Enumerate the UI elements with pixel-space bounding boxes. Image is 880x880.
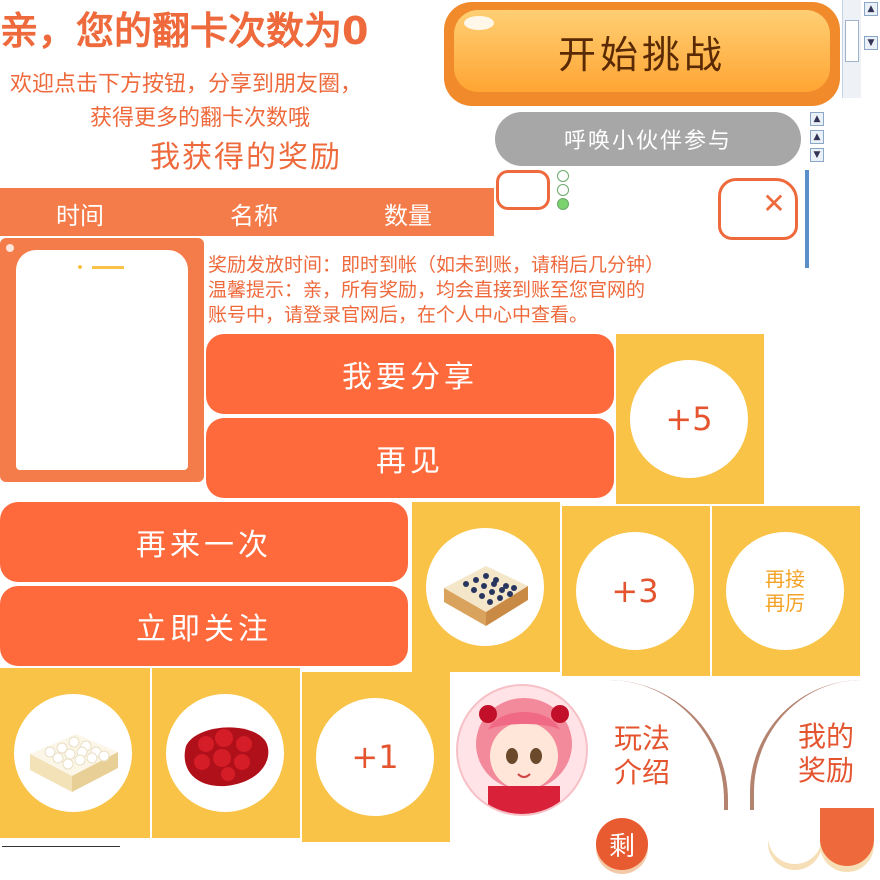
share-hint-line1: 欢迎点击下方按钮，分享到朋友圈， (10, 72, 363, 97)
scroll-thumb[interactable] (845, 20, 859, 62)
column-time: 时间 (56, 202, 104, 230)
invite-friends-button[interactable]: 呼唤小伙伴参与 (495, 112, 801, 166)
phone-frame (0, 238, 204, 482)
share-hint-line2: 获得更多的翻卡次数哦 (90, 106, 311, 131)
close-button[interactable]: ✕ (718, 178, 798, 240)
scroll-down-icon[interactable]: ▼ (810, 148, 824, 162)
reward-card-blueberry-cake[interactable] (412, 502, 560, 672)
gameplay-intro-button[interactable]: 玩法介绍 (600, 680, 728, 810)
corner-mark (2, 846, 120, 848)
gloss-highlight (464, 16, 494, 30)
character-avatar (456, 684, 588, 816)
reward-card-plus5[interactable]: +5 (616, 334, 764, 504)
scroll-down-icon[interactable]: ▼ (864, 36, 878, 50)
bowl-shape-right (820, 808, 874, 866)
roses-image (166, 694, 284, 812)
reward-circle: +5 (630, 360, 748, 478)
gameplay-intro-label: 玩法介绍 (614, 722, 671, 789)
radio-dot-icon[interactable] (557, 184, 569, 196)
start-challenge-button[interactable]: 开始挑战 (444, 2, 840, 106)
remaining-badge: 剩 (596, 818, 648, 870)
column-quantity: 数量 (384, 202, 432, 230)
reward-circle: +1 (316, 698, 434, 816)
start-challenge-label: 开始挑战 (454, 10, 830, 92)
reward-circle: +3 (576, 532, 694, 650)
phone-dot (6, 244, 14, 252)
reward-circle: 再接再厉 (726, 532, 844, 650)
bowl-shape-left (768, 808, 822, 864)
column-name: 名称 (230, 202, 278, 230)
blueberry-cake-image (426, 528, 544, 646)
bye-button[interactable]: 再见 (206, 418, 614, 498)
small-outline-box[interactable] (496, 170, 550, 210)
phone-speaker (92, 266, 124, 269)
reward-card-roses[interactable] (152, 668, 300, 838)
notice-line2: 温馨提示：亲，所有奖励，均会直接到账至您官网的 (208, 279, 646, 301)
share-button[interactable]: 我要分享 (206, 334, 614, 414)
scroll-up-icon[interactable]: ▲ (810, 112, 824, 126)
close-icon: ✕ (762, 187, 786, 220)
phone-screen (16, 250, 188, 470)
cream-cake-image (14, 694, 132, 812)
vertical-scrollbar[interactable] (805, 170, 809, 268)
rewards-table-header: 时间 名称 数量 (0, 188, 494, 236)
play-again-button[interactable]: 再来一次 (0, 502, 408, 582)
follow-button[interactable]: 立即关注 (0, 586, 408, 666)
phone-camera (78, 265, 82, 269)
retry-label: 再接再厉 (765, 567, 805, 615)
radio-dot-icon[interactable] (557, 198, 569, 210)
reward-card-retry[interactable]: 再接再厉 (712, 506, 860, 676)
my-rewards-heading: 我获得的奖励 (150, 140, 342, 175)
reward-card-plus3[interactable]: +3 (562, 506, 710, 676)
scroll-up-icon[interactable]: ▲ (810, 130, 824, 144)
notice-line3: 账号中，请登录官网后，在个人中心中查看。 (208, 304, 589, 326)
radio-dot-icon[interactable] (557, 170, 569, 182)
page-title: 亲，您的翻卡次数为0 (0, 9, 369, 53)
my-rewards-button[interactable]: 我的奖励 (750, 680, 862, 810)
my-rewards-label: 我的奖励 (798, 720, 855, 787)
reward-card-cream-cake[interactable] (0, 668, 150, 838)
reward-card-plus1[interactable]: +1 (302, 672, 450, 842)
scroll-up-icon[interactable]: ▲ (864, 2, 878, 16)
notice-line1: 奖励发放时间：即时到帐（如未到账，请稍后几分钟） (208, 254, 665, 276)
